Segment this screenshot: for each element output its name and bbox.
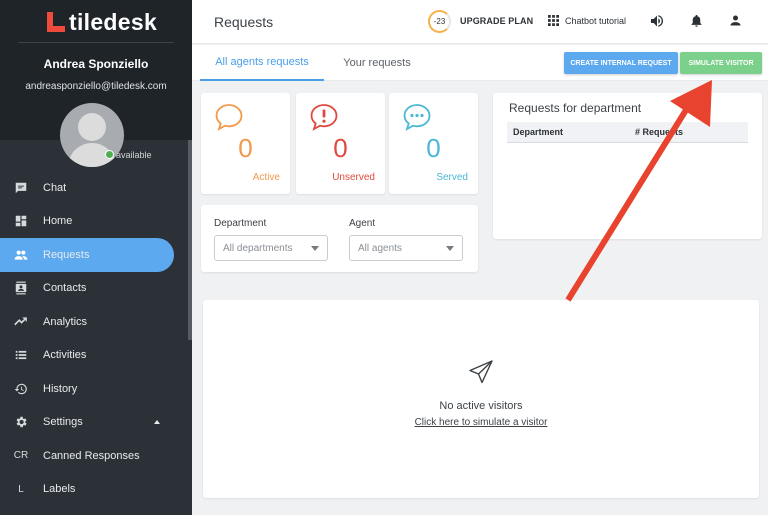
typing-bubble-icon (403, 104, 431, 131)
canned-responses-abbr: CR (13, 450, 29, 462)
empty-state-title: No active visitors (439, 400, 523, 412)
person-icon[interactable] (728, 13, 743, 28)
upgrade-plan-link[interactable]: UPGRADE PLAN (460, 16, 533, 26)
department-filter-label: Department (214, 218, 267, 229)
agent-filter-label: Agent (349, 218, 376, 229)
sidebar-item-home[interactable]: Home (0, 205, 186, 239)
sidebar-item-chat[interactable]: Chat (0, 171, 186, 205)
department-select[interactable]: All departments (214, 235, 328, 261)
dashboard-icon (13, 213, 29, 229)
user-name: Andrea Sponziello (43, 57, 149, 71)
page-title: Requests (214, 14, 274, 30)
logo-mark-icon (45, 12, 65, 32)
plan-days-badge[interactable]: -23 (428, 10, 451, 33)
served-label: Served (436, 172, 468, 183)
labels-abbr: L (18, 483, 24, 495)
simulate-visitor-link[interactable]: Click here to simulate a visitor (203, 417, 759, 428)
caret-up-icon[interactable] (154, 419, 160, 424)
chatbot-tutorial-link[interactable]: Chatbot tutorial (565, 16, 626, 26)
tab-all-agents-requests[interactable]: All agents requests (200, 45, 324, 81)
sidebar-item-label: Home (43, 215, 73, 228)
trending-icon (13, 314, 29, 330)
status-dot-icon (105, 150, 114, 159)
sidebar-item-label: Contacts (43, 282, 87, 295)
filters-card: Department All departments Agent All age… (201, 205, 478, 272)
sidebar-item-settings[interactable]: Settings (0, 406, 186, 440)
avatar[interactable] (60, 103, 124, 167)
sidebar-item-labels[interactable]: L Labels (0, 473, 186, 507)
active-label: Active (252, 172, 280, 183)
sidebar-item-analytics[interactable]: Analytics (0, 305, 186, 339)
unserved-label: Unserved (332, 172, 375, 183)
sidebar-item-label: Analytics (43, 315, 88, 328)
sound-icon[interactable] (649, 13, 665, 29)
department-table-header: Department # Requests (507, 122, 748, 143)
list-icon (13, 347, 29, 363)
logo-text: tiledesk (69, 8, 158, 35)
sidebar-item-activities[interactable]: Activities (0, 339, 186, 373)
sidebar-item-label: History (43, 382, 78, 395)
sidebar-nav: Chat Home Requests Contacts Analytics Ac… (0, 171, 186, 506)
gear-icon (13, 414, 29, 430)
active-requests-card[interactable]: 0 Active (201, 93, 290, 194)
requests-by-department-card: Requests for department Department # Req… (493, 93, 762, 239)
user-email: andreasponziello@tiledesk.com (25, 81, 167, 92)
tabs-bar: All agents requests Your requests CREATE… (192, 45, 768, 81)
sidebar-item-label: Labels (43, 483, 76, 496)
empty-state-card: No active visitors Click here to simulat… (203, 300, 759, 498)
sidebar-item-label: Requests (43, 248, 90, 261)
column-requests: # Requests (635, 127, 684, 137)
sidebar: tiledesk Andrea Sponziello andreasponzie… (0, 0, 192, 515)
sidebar-item-requests[interactable]: Requests (0, 238, 174, 272)
logo[interactable]: tiledesk (45, 8, 158, 35)
sidebar-item-canned-responses[interactable]: CR Canned Responses (0, 439, 186, 473)
sidebar-item-history[interactable]: History (0, 372, 186, 406)
agent-select[interactable]: All agents (349, 235, 463, 261)
served-count: 0 (426, 133, 441, 163)
top-bar: Requests -23 UPGRADE PLAN Chatbot tutori… (192, 0, 768, 44)
dropdown-arrow-icon (446, 246, 454, 251)
create-internal-request-button[interactable]: CREATE INTERNAL REQUEST (564, 52, 678, 74)
active-count: 0 (238, 133, 253, 163)
sidebar-scrollbar[interactable] (188, 140, 192, 340)
department-select-value: All departments (223, 242, 293, 254)
chat-icon (13, 180, 29, 196)
paper-plane-icon (469, 360, 493, 384)
unserved-count: 0 (333, 133, 348, 163)
alert-bubble-icon (310, 104, 338, 131)
dropdown-arrow-icon (311, 246, 319, 251)
sidebar-item-label: Canned Responses (43, 449, 140, 462)
column-department: Department (513, 127, 564, 137)
history-icon (13, 381, 29, 397)
agent-select-value: All agents (358, 242, 402, 254)
sidebar-item-label: Activities (43, 349, 87, 362)
department-panel-title: Requests for department (509, 101, 642, 115)
sidebar-item-label: Settings (43, 416, 83, 429)
apps-grid-icon[interactable] (548, 15, 559, 26)
bell-icon[interactable] (689, 13, 704, 28)
divider (18, 42, 174, 43)
tab-your-requests[interactable]: Your requests (338, 45, 416, 81)
chat-bubble-icon (215, 104, 243, 131)
served-requests-card[interactable]: 0 Served (389, 93, 478, 194)
unserved-requests-card[interactable]: 0 Unserved (296, 93, 385, 194)
status-text: available (116, 150, 152, 160)
people-icon (13, 247, 29, 263)
contacts-icon (13, 280, 29, 296)
sidebar-item-contacts[interactable]: Contacts (0, 272, 186, 306)
simulate-visitor-button[interactable]: SIMULATE VISITOR (680, 52, 762, 74)
sidebar-item-label: Chat (43, 181, 67, 194)
